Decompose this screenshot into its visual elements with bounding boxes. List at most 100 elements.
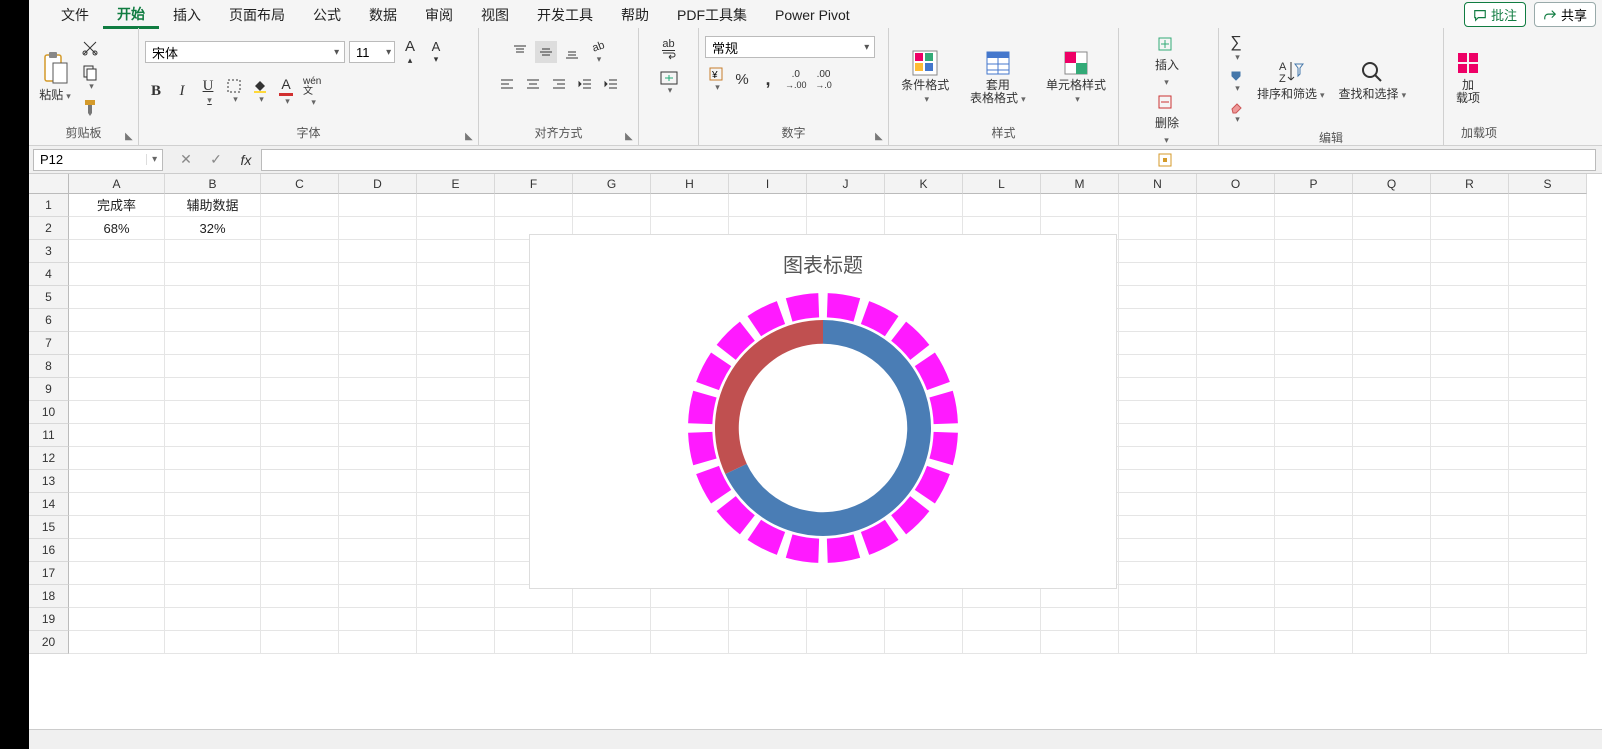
cell[interactable] [165, 562, 261, 585]
formula-input[interactable] [261, 149, 1596, 171]
row-header[interactable]: 20 [29, 631, 69, 654]
cell[interactable] [1041, 194, 1119, 217]
column-header[interactable]: C [261, 174, 339, 194]
cell[interactable] [1119, 631, 1197, 654]
font-name-input[interactable] [146, 45, 329, 60]
align-left-button[interactable] [496, 73, 518, 95]
cell[interactable] [1119, 401, 1197, 424]
row-header[interactable]: 15 [29, 516, 69, 539]
row-header[interactable]: 5 [29, 286, 69, 309]
cell[interactable] [1353, 309, 1431, 332]
cell[interactable] [69, 631, 165, 654]
cell[interactable] [651, 631, 729, 654]
column-header[interactable]: N [1119, 174, 1197, 194]
cell[interactable] [417, 217, 495, 240]
cell[interactable] [963, 631, 1041, 654]
cell[interactable] [1431, 286, 1509, 309]
phonetic-button[interactable]: wén 文 [301, 75, 323, 109]
cell[interactable] [1509, 355, 1587, 378]
cell[interactable] [261, 631, 339, 654]
cell[interactable] [417, 585, 495, 608]
cell[interactable] [339, 470, 417, 493]
cell[interactable] [1275, 332, 1353, 355]
cell[interactable] [1275, 309, 1353, 332]
cell[interactable] [1275, 424, 1353, 447]
cell[interactable]: 68% [69, 217, 165, 240]
row-header[interactable]: 8 [29, 355, 69, 378]
cell[interactable] [1353, 355, 1431, 378]
cell[interactable] [1353, 608, 1431, 631]
cell[interactable] [1119, 562, 1197, 585]
enter-formula-button[interactable]: ✓ [205, 149, 227, 171]
cell[interactable] [69, 332, 165, 355]
cell[interactable] [165, 631, 261, 654]
cell[interactable] [1197, 286, 1275, 309]
cell[interactable] [417, 470, 495, 493]
row-header[interactable]: 18 [29, 585, 69, 608]
cell[interactable] [1197, 194, 1275, 217]
cell[interactable] [885, 608, 963, 631]
tab-file[interactable]: 文件 [47, 1, 103, 27]
tab-help[interactable]: 帮助 [607, 1, 663, 27]
cell[interactable] [1197, 562, 1275, 585]
cell-styles-button[interactable]: 单元格样式 [1040, 47, 1112, 108]
cell[interactable] [165, 332, 261, 355]
number-dialog-launcher[interactable] [872, 129, 886, 143]
cell[interactable] [1275, 516, 1353, 539]
row-header[interactable]: 3 [29, 240, 69, 263]
column-header[interactable]: A [69, 174, 165, 194]
cell[interactable] [339, 332, 417, 355]
cell[interactable] [1431, 332, 1509, 355]
cell[interactable] [1431, 401, 1509, 424]
comma-button[interactable]: , [757, 67, 779, 92]
cell[interactable] [165, 493, 261, 516]
cell[interactable] [261, 332, 339, 355]
cell[interactable] [417, 332, 495, 355]
tab-developer[interactable]: 开发工具 [523, 1, 607, 27]
alignment-dialog-launcher[interactable] [622, 129, 636, 143]
cell[interactable] [1197, 516, 1275, 539]
cell[interactable] [165, 378, 261, 401]
cell[interactable] [1119, 608, 1197, 631]
cell[interactable] [69, 585, 165, 608]
cell[interactable] [1353, 240, 1431, 263]
cell[interactable] [417, 493, 495, 516]
column-header[interactable]: F [495, 174, 573, 194]
column-header[interactable]: K [885, 174, 963, 194]
find-select-button[interactable]: 查找和选择 [1335, 56, 1411, 104]
cell[interactable] [1353, 493, 1431, 516]
cell[interactable] [1353, 516, 1431, 539]
cell[interactable] [1119, 378, 1197, 401]
cell[interactable] [1275, 608, 1353, 631]
row-header[interactable]: 11 [29, 424, 69, 447]
cell[interactable] [1509, 263, 1587, 286]
cell[interactable] [1509, 631, 1587, 654]
cell[interactable] [1509, 470, 1587, 493]
column-header[interactable]: P [1275, 174, 1353, 194]
cell[interactable] [495, 608, 573, 631]
cell[interactable] [261, 240, 339, 263]
cell[interactable] [1509, 240, 1587, 263]
cell[interactable] [261, 516, 339, 539]
cell[interactable] [1119, 424, 1197, 447]
column-header[interactable]: L [963, 174, 1041, 194]
cell[interactable] [69, 447, 165, 470]
underline-button[interactable]: U [197, 76, 219, 108]
cell[interactable] [1275, 585, 1353, 608]
cell[interactable] [1431, 470, 1509, 493]
cell[interactable] [1197, 240, 1275, 263]
cell[interactable] [1119, 355, 1197, 378]
cell[interactable] [339, 447, 417, 470]
format-painter-button[interactable] [79, 96, 101, 118]
cell[interactable] [339, 355, 417, 378]
cell[interactable] [417, 562, 495, 585]
cell[interactable] [1197, 470, 1275, 493]
cell[interactable] [1509, 539, 1587, 562]
cell[interactable] [729, 608, 807, 631]
cell[interactable] [165, 424, 261, 447]
row-header[interactable]: 6 [29, 309, 69, 332]
cell[interactable] [69, 309, 165, 332]
tab-data[interactable]: 数据 [355, 1, 411, 27]
cell[interactable] [885, 194, 963, 217]
cell[interactable] [69, 286, 165, 309]
